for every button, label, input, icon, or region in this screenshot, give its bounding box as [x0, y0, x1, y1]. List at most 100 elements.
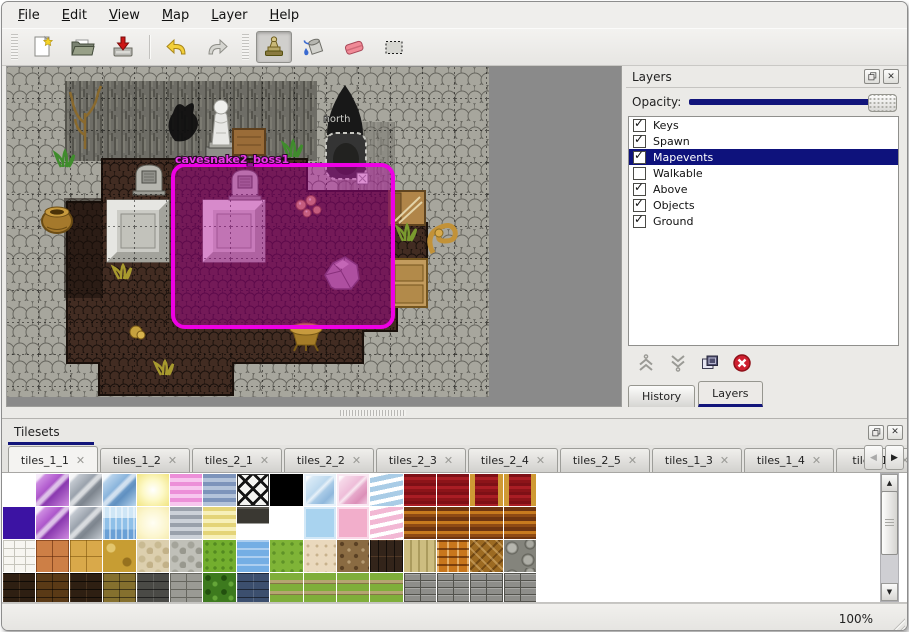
float-panel-icon[interactable] [864, 69, 880, 84]
tile-sand[interactable] [304, 540, 336, 572]
tileset-tab-tiles_2_1[interactable]: tiles_2_1✕ [192, 448, 282, 472]
redo-button[interactable] [199, 31, 235, 63]
dock-tab-layers[interactable]: Layers [698, 381, 762, 407]
tile-wall-brown[interactable] [36, 573, 68, 603]
tile-crystal-purple[interactable] [36, 507, 68, 539]
tile-grasspath[interactable] [370, 573, 402, 603]
tile-palette[interactable]: ▲ ▼ [2, 473, 907, 603]
tile-wood-stripe[interactable] [437, 507, 469, 539]
tile-wall-brown-dark[interactable] [3, 573, 35, 603]
tile-tile-orange[interactable] [36, 540, 68, 572]
layer-visibility-checkbox[interactable] [633, 167, 646, 180]
tile-brick-gray[interactable] [404, 573, 436, 603]
tile-cobble-yellow[interactable] [103, 540, 135, 572]
tile-lattice[interactable] [237, 474, 269, 506]
map-canvas[interactable]: north cavesnake2_boss1 [7, 67, 489, 397]
scroll-up-icon[interactable]: ▲ [881, 474, 898, 492]
tile-carpet-red-gold[interactable] [470, 474, 502, 506]
tileset-tab-tiles_1_1[interactable]: tiles_1_1✕ [8, 446, 98, 473]
menu-item-help[interactable]: Help [270, 6, 312, 25]
undo-button[interactable] [159, 31, 195, 63]
tile-brick-gray[interactable] [504, 573, 536, 603]
tile-sign-dark[interactable] [237, 507, 269, 539]
tile-wood-dark[interactable] [370, 540, 402, 572]
tile-crystal-gray[interactable] [70, 507, 102, 539]
float-tilesets-icon[interactable] [868, 425, 884, 440]
tile-brick-gray[interactable] [470, 573, 502, 603]
tile-carpet-red-gold[interactable] [504, 474, 536, 506]
tile-path-white[interactable] [3, 540, 35, 572]
tile-stripes-yellow[interactable] [203, 507, 235, 539]
layer-row-walkable[interactable]: Walkable [629, 165, 898, 181]
layer-row-mapevents[interactable]: ✓Mapevents [629, 149, 898, 165]
layer-row-keys[interactable]: ✓Keys [629, 117, 898, 133]
tile-wall-blue[interactable] [237, 573, 269, 603]
layer-visibility-checkbox[interactable]: ✓ [633, 151, 646, 164]
tile-wood-stripe[interactable] [504, 507, 536, 539]
tile-black[interactable] [270, 474, 302, 506]
scroll-down-icon[interactable]: ▼ [881, 583, 898, 601]
tile-ice-blue[interactable] [304, 474, 336, 506]
resize-grip[interactable] [889, 616, 905, 631]
tile-wall-graybrick[interactable] [170, 573, 202, 603]
tab-close-icon[interactable]: ✕ [720, 454, 729, 467]
map-viewport[interactable]: north cavesnake2_boss1 [6, 66, 622, 407]
rect-select-tool-button[interactable] [376, 31, 412, 63]
horizontal-splitter[interactable] [2, 407, 907, 418]
close-panel-icon[interactable]: ✕ [883, 69, 899, 84]
tile-basketweave[interactable] [437, 540, 469, 572]
menu-item-map[interactable]: Map [162, 6, 201, 25]
fill-tool-button[interactable] [296, 31, 332, 63]
tileset-tab-tiles_2_3[interactable]: tiles_2_3✕ [376, 448, 466, 472]
layer-row-objects[interactable]: ✓Objects [629, 197, 898, 213]
tile-wall-tan[interactable] [103, 573, 135, 603]
tile-pebble-gray[interactable] [170, 540, 202, 572]
opacity-slider-track[interactable] [689, 99, 897, 105]
save-map-button[interactable] [105, 31, 141, 63]
tile-logs-gray[interactable] [504, 540, 536, 572]
tab-close-icon[interactable]: ✕ [168, 454, 177, 467]
tile-ribbon-blue[interactable] [370, 474, 402, 506]
layer-row-spawn[interactable]: ✓Spawn [629, 133, 898, 149]
delete-layer-button[interactable] [732, 353, 752, 373]
tile-herringbone[interactable] [470, 540, 502, 572]
tab-close-icon[interactable]: ✕ [536, 454, 545, 467]
tab-close-icon[interactable]: ✕ [76, 454, 85, 467]
eraser-tool-button[interactable] [336, 31, 372, 63]
tile-grass[interactable] [203, 540, 235, 572]
layer-visibility-checkbox[interactable]: ✓ [633, 199, 646, 212]
layer-list[interactable]: ✓Keys✓Spawn✓MapeventsWalkable✓Above✓Obje… [628, 116, 899, 345]
tab-close-icon[interactable]: ✕ [812, 454, 821, 467]
tile-crystal-purple[interactable] [36, 474, 68, 506]
menu-item-layer[interactable]: Layer [211, 6, 259, 25]
palette-scrollbar[interactable]: ▲ ▼ [880, 473, 899, 602]
tab-close-icon[interactable]: ✕ [260, 454, 269, 467]
tile-wall-gray-dark[interactable] [137, 573, 169, 603]
menu-item-edit[interactable]: Edit [62, 6, 99, 25]
toolbar-grip-2[interactable] [242, 34, 249, 60]
tab-scroll-left-icon[interactable]: ◀ [864, 445, 883, 470]
tile-glow-pale[interactable] [137, 507, 169, 539]
close-tilesets-icon[interactable]: ✕ [887, 425, 903, 440]
tile-crystal-gray[interactable] [70, 474, 102, 506]
tile-water[interactable] [237, 540, 269, 572]
tile-crystal-blue[interactable] [103, 474, 135, 506]
tileset-tab-tiles_2_5[interactable]: tiles_2_5✕ [560, 448, 650, 472]
tile-empty[interactable] [3, 474, 35, 506]
duplicate-layer-button[interactable] [700, 353, 720, 373]
tile-grasspath[interactable] [270, 573, 302, 603]
tile-ribbon-pink[interactable] [370, 507, 402, 539]
tab-close-icon[interactable]: ✕ [444, 454, 453, 467]
lower-layer-button[interactable] [668, 353, 688, 373]
open-map-button[interactable] [65, 31, 101, 63]
tile-dirt[interactable] [337, 540, 369, 572]
tile-pebble-beige[interactable] [137, 540, 169, 572]
tile-stripes-blue[interactable] [203, 474, 235, 506]
tileset-tab-tiles_2_4[interactable]: tiles_2_4✕ [468, 448, 558, 472]
layer-row-ground[interactable]: ✓Ground [629, 213, 898, 229]
tile-solid-lightblue[interactable] [304, 507, 336, 539]
tile-empty[interactable] [270, 507, 302, 539]
opacity-slider[interactable] [689, 94, 897, 110]
tile-solid-pink[interactable] [337, 507, 369, 539]
tile-ice-pink[interactable] [337, 474, 369, 506]
